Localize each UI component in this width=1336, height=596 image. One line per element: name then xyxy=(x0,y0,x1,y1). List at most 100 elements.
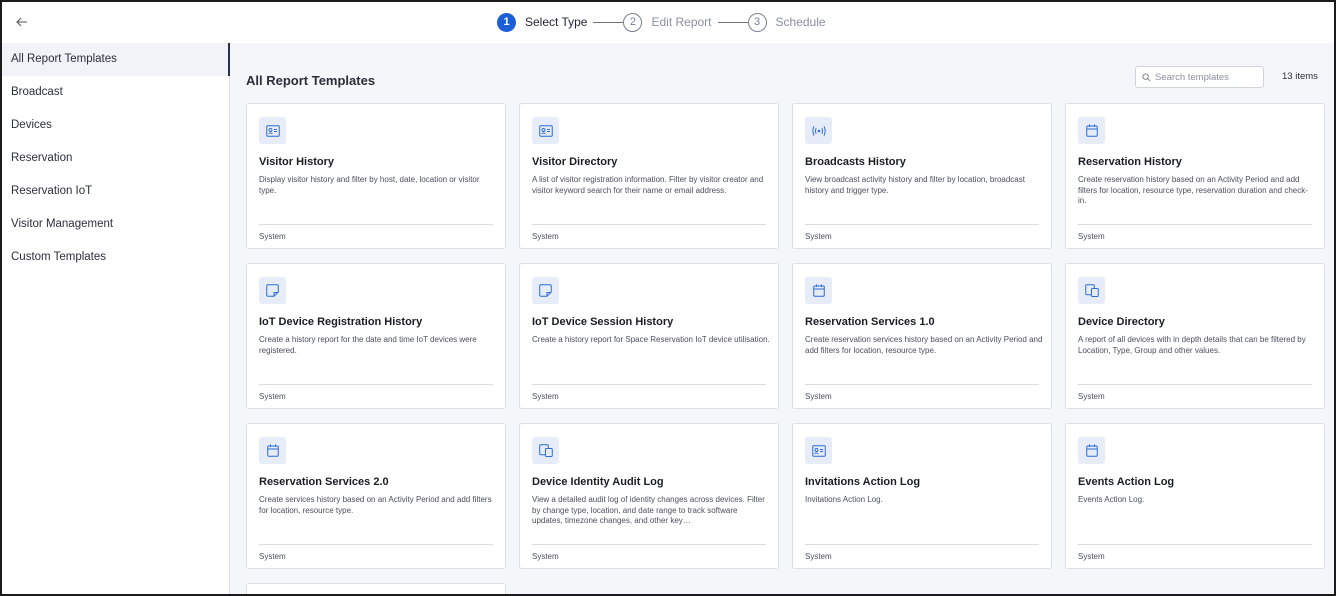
card-title: Events Action Log xyxy=(1078,476,1175,488)
card-source: System xyxy=(532,392,559,401)
step-number: 3 xyxy=(747,12,767,32)
search-input[interactable] xyxy=(1155,71,1255,83)
template-grid: Visitor History Display visitor history a… xyxy=(246,103,1325,594)
step-connector xyxy=(717,21,748,23)
template-card[interactable]: Reservation Services 1.0 Create reservati… xyxy=(792,263,1052,409)
template-card[interactable]: IoT Device Session History Create a histo… xyxy=(519,263,779,409)
card-divider xyxy=(1078,384,1312,385)
card-title: Invitations Action Log xyxy=(805,476,921,488)
card-source: System xyxy=(805,232,832,241)
step-label: Edit Report xyxy=(651,15,712,29)
template-card[interactable]: Broadcasts History View broadcast activit… xyxy=(792,103,1052,249)
template-card[interactable]: Reservation History Create reservation hi… xyxy=(1065,103,1325,249)
card-description: Display visitor history and filter by ho… xyxy=(259,175,480,195)
card-source: System xyxy=(1078,552,1105,561)
template-card[interactable] xyxy=(246,583,506,594)
page-title: All Report Templates xyxy=(246,73,376,88)
step-number: 1 xyxy=(497,12,516,32)
top-bar: 1 Select Type 2 Edit Report 3 Schedule xyxy=(2,2,1334,43)
sidebar-item-devices[interactable]: Devices xyxy=(2,109,229,142)
card-title: Visitor Directory xyxy=(532,156,618,168)
card-divider xyxy=(1078,224,1312,225)
template-card[interactable]: Reservation Services 2.0 Create services … xyxy=(246,423,506,569)
card-divider xyxy=(805,544,1039,545)
back-button[interactable] xyxy=(12,12,32,32)
template-card[interactable]: Invitations Action Log Invitations Action… xyxy=(792,423,1052,569)
search-icon xyxy=(1142,72,1151,81)
step-label: Schedule xyxy=(775,15,826,29)
card-divider xyxy=(805,224,1039,225)
card-title: Reservation Services 2.0 xyxy=(259,476,389,488)
card-source: System xyxy=(532,552,559,561)
card-description: Create services history based on an Acti… xyxy=(259,495,492,515)
sidebar-item-visitor-management[interactable]: Visitor Management xyxy=(2,208,229,241)
devices-icon xyxy=(1078,277,1105,304)
card-divider xyxy=(532,544,766,545)
template-card[interactable]: Device Directory A report of all devices … xyxy=(1065,263,1325,409)
card-title: Reservation Services 1.0 xyxy=(805,316,935,328)
card-source: System xyxy=(259,232,286,241)
stepper: 1 Select Type 2 Edit Report 3 Schedule xyxy=(497,11,826,33)
card-divider xyxy=(532,224,766,225)
step-number: 2 xyxy=(623,12,643,32)
card-source: System xyxy=(1078,232,1105,241)
card-title: Reservation History xyxy=(1078,156,1182,168)
sticky-note-icon xyxy=(532,277,559,304)
step-select-type[interactable]: 1 Select Type xyxy=(497,12,588,32)
id-card-icon xyxy=(259,117,286,144)
card-description: Create reservation services history base… xyxy=(805,335,1043,355)
card-title: IoT Device Session History xyxy=(532,316,674,328)
sticky-note-icon xyxy=(259,277,286,304)
card-description: View broadcast activity history and filt… xyxy=(805,175,1025,195)
card-source: System xyxy=(805,392,832,401)
template-card[interactable]: Device Identity Audit Log View a detailed… xyxy=(519,423,779,569)
card-description: Create a history report for the date and… xyxy=(259,335,477,355)
calendar-icon xyxy=(1078,117,1105,144)
step-label: Select Type xyxy=(525,15,588,29)
card-title: Device Identity Audit Log xyxy=(532,476,664,488)
arrow-left-icon xyxy=(16,17,27,27)
item-count: 13 items xyxy=(1282,71,1318,82)
card-source: System xyxy=(805,552,832,561)
id-card-icon xyxy=(805,437,832,464)
card-description: A list of visitor registration informati… xyxy=(532,175,764,195)
template-card[interactable]: Visitor Directory A list of visitor regis… xyxy=(519,103,779,249)
sidebar-item-all-report-templates[interactable]: All Report Templates xyxy=(2,43,230,76)
card-description: Events Action Log. xyxy=(1078,495,1145,504)
search-box[interactable] xyxy=(1135,66,1264,88)
template-card[interactable]: Visitor History Display visitor history a… xyxy=(246,103,506,249)
card-divider xyxy=(259,224,493,225)
id-card-icon xyxy=(532,117,559,144)
template-card[interactable]: Events Action Log Events Action Log. Syste… xyxy=(1065,423,1325,569)
card-title: Device Directory xyxy=(1078,316,1165,328)
step-connector xyxy=(593,21,624,23)
sidebar-item-broadcast[interactable]: Broadcast xyxy=(2,76,229,109)
card-source: System xyxy=(259,552,286,561)
devices-icon xyxy=(532,437,559,464)
sidebar-item-reservation[interactable]: Reservation xyxy=(2,142,229,175)
app-window: 1 Select Type 2 Edit Report 3 Schedule A… xyxy=(0,0,1336,596)
template-card[interactable]: IoT Device Registration History Create a … xyxy=(246,263,506,409)
calendar-icon xyxy=(1078,437,1105,464)
card-description: Create reservation history based on an A… xyxy=(1078,175,1308,205)
card-description: Invitations Action Log. xyxy=(805,495,883,504)
calendar-icon xyxy=(259,437,286,464)
card-source: System xyxy=(532,232,559,241)
calendar-icon xyxy=(805,277,832,304)
card-description: Create a history report for Space Reserv… xyxy=(532,335,770,344)
card-divider xyxy=(532,384,766,385)
card-description: A report of all devices with in depth de… xyxy=(1078,335,1306,355)
card-source: System xyxy=(1078,392,1105,401)
card-divider xyxy=(1078,544,1312,545)
sidebar-item-custom-templates[interactable]: Custom Templates xyxy=(2,241,229,274)
card-title: Visitor History xyxy=(259,156,334,168)
sidebar: All Report Templates Broadcast Devices R… xyxy=(2,43,230,594)
card-description: View a detailed audit log of identity ch… xyxy=(532,495,765,525)
broadcast-icon xyxy=(805,117,832,144)
card-title: Broadcasts History xyxy=(805,156,906,168)
step-edit-report[interactable]: 2 Edit Report xyxy=(623,12,712,32)
step-schedule[interactable]: 3 Schedule xyxy=(747,12,826,32)
card-divider xyxy=(259,544,493,545)
sidebar-item-reservation-iot[interactable]: Reservation IoT xyxy=(2,175,229,208)
card-divider xyxy=(259,384,493,385)
